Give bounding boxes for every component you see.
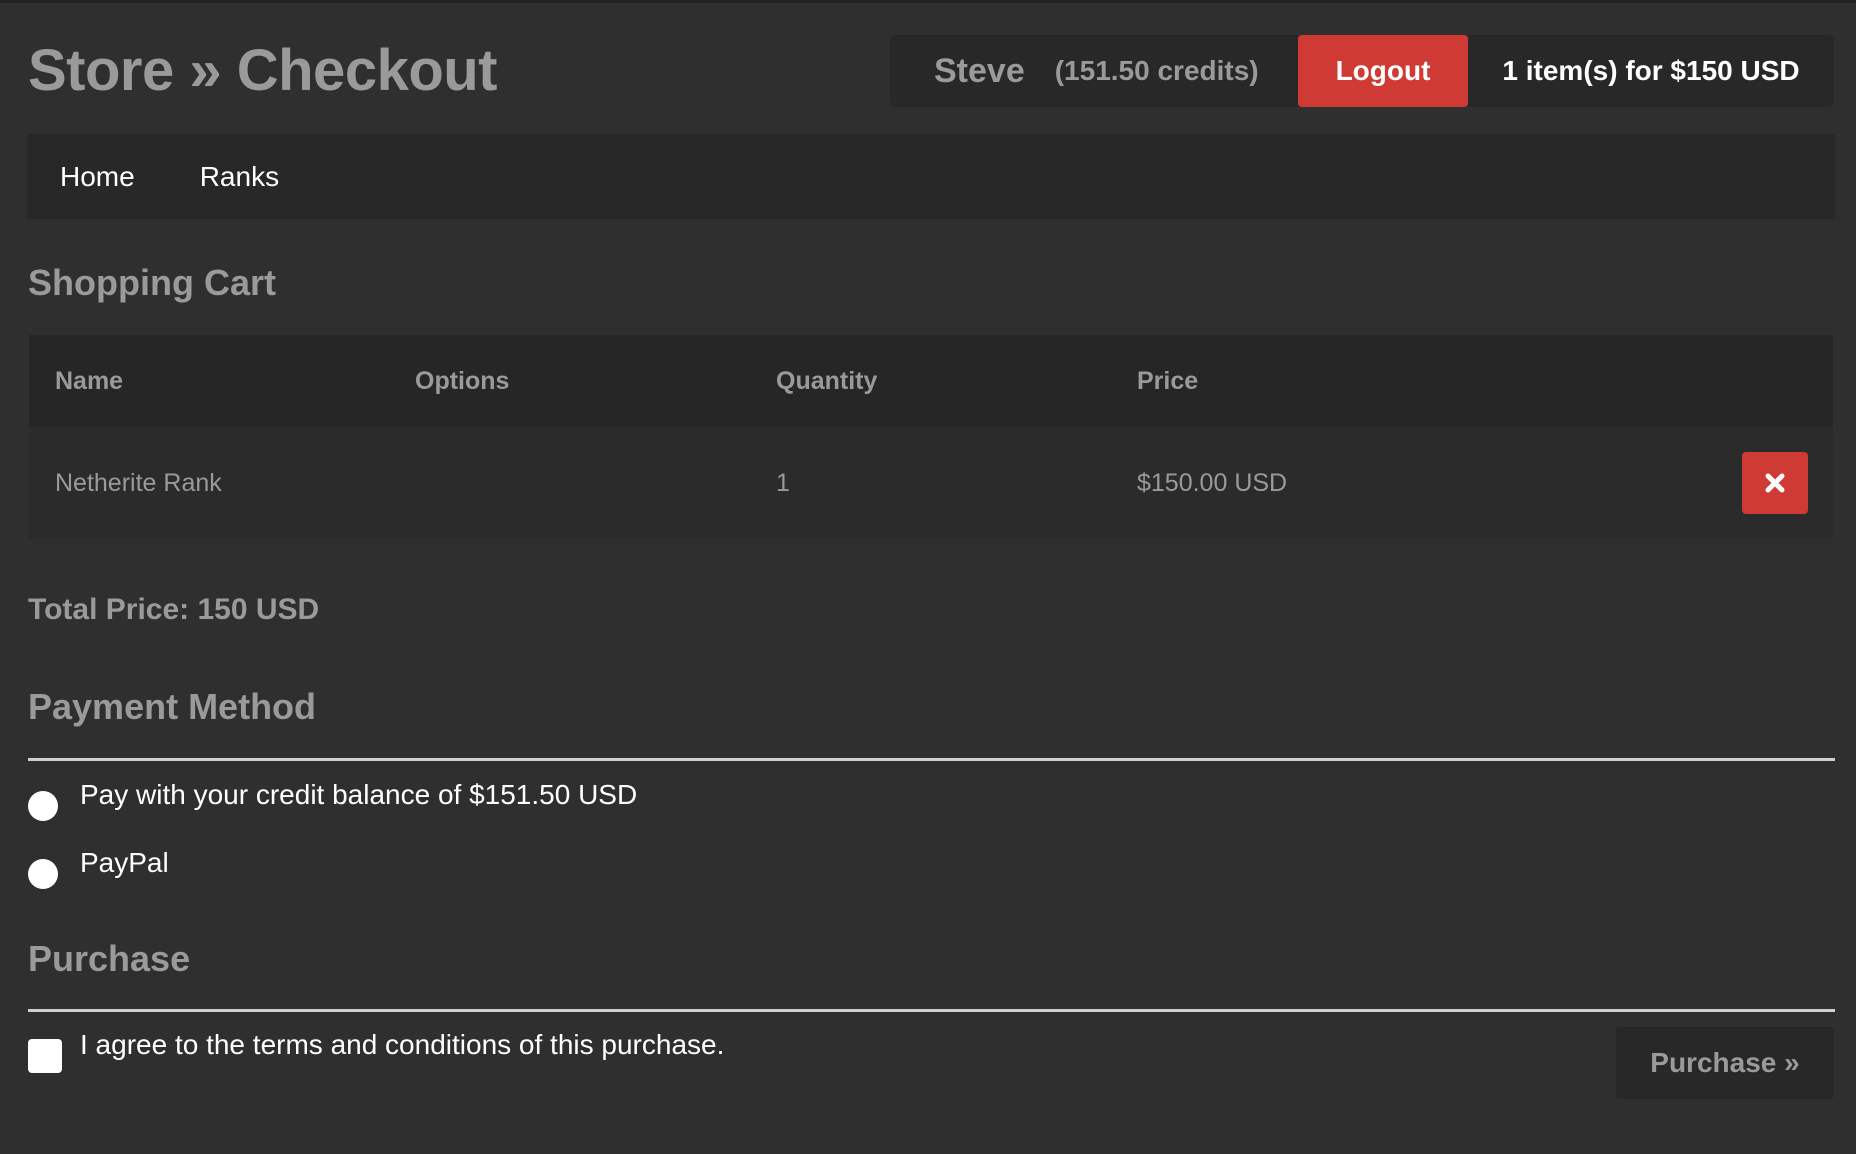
logout-button[interactable]: Logout bbox=[1298, 35, 1468, 107]
shopping-cart-heading: Shopping Cart bbox=[28, 262, 276, 303]
payment-divider bbox=[28, 758, 1835, 761]
column-header-quantity: Quantity bbox=[776, 366, 878, 395]
purchase-heading: Purchase bbox=[28, 938, 191, 979]
cart-summary-link[interactable]: 1 item(s) for $150 USD bbox=[1468, 35, 1834, 107]
credit-balance-label[interactable]: Pay with your credit balance of $151.50 … bbox=[80, 779, 637, 811]
page-title: Store » Checkout bbox=[28, 38, 498, 103]
cart-table: Name Options Quantity Price Netherite Ra… bbox=[29, 335, 1833, 539]
table-header-row: Name Options Quantity Price bbox=[29, 335, 1833, 427]
payment-option-paypal[interactable]: PayPal bbox=[28, 847, 169, 889]
paypal-radio[interactable] bbox=[28, 859, 58, 889]
credit-balance: (151.50 credits) bbox=[1054, 55, 1259, 86]
terms-label[interactable]: I agree to the terms and conditions of t… bbox=[80, 1029, 724, 1061]
paypal-label[interactable]: PayPal bbox=[80, 847, 169, 879]
column-header-name: Name bbox=[55, 366, 124, 395]
table-row: Netherite Rank 1 $150.00 USD bbox=[29, 427, 1833, 539]
purchase-button[interactable]: Purchase » bbox=[1616, 1027, 1834, 1099]
item-price: $150.00 USD bbox=[1137, 468, 1288, 497]
close-icon bbox=[1765, 473, 1785, 493]
nav-item-home[interactable]: Home bbox=[60, 161, 135, 193]
purchase-divider bbox=[28, 1009, 1835, 1012]
terms-agreement[interactable]: I agree to the terms and conditions of t… bbox=[28, 1029, 724, 1073]
main-nav: Home Ranks bbox=[27, 134, 1835, 219]
checkout-page: Store » Checkout Steve (151.50 credits) … bbox=[0, 0, 1856, 1154]
item-quantity: 1 bbox=[776, 468, 790, 497]
payment-option-credit[interactable]: Pay with your credit balance of $151.50 … bbox=[28, 779, 637, 821]
remove-item-button[interactable] bbox=[1742, 452, 1808, 514]
username: Steve bbox=[934, 51, 1025, 90]
account-info: Steve (151.50 credits) bbox=[890, 35, 1298, 107]
nav-item-ranks[interactable]: Ranks bbox=[200, 161, 279, 193]
column-header-price: Price bbox=[1137, 366, 1199, 395]
account-bar: Steve (151.50 credits) Logout 1 item(s) … bbox=[890, 35, 1834, 107]
item-name: Netherite Rank bbox=[55, 468, 222, 497]
column-header-options: Options bbox=[415, 366, 510, 395]
payment-method-heading: Payment Method bbox=[28, 686, 317, 727]
total-price: Total Price: 150 USD bbox=[28, 593, 320, 626]
credit-balance-radio[interactable] bbox=[28, 791, 58, 821]
terms-checkbox[interactable] bbox=[28, 1039, 62, 1073]
